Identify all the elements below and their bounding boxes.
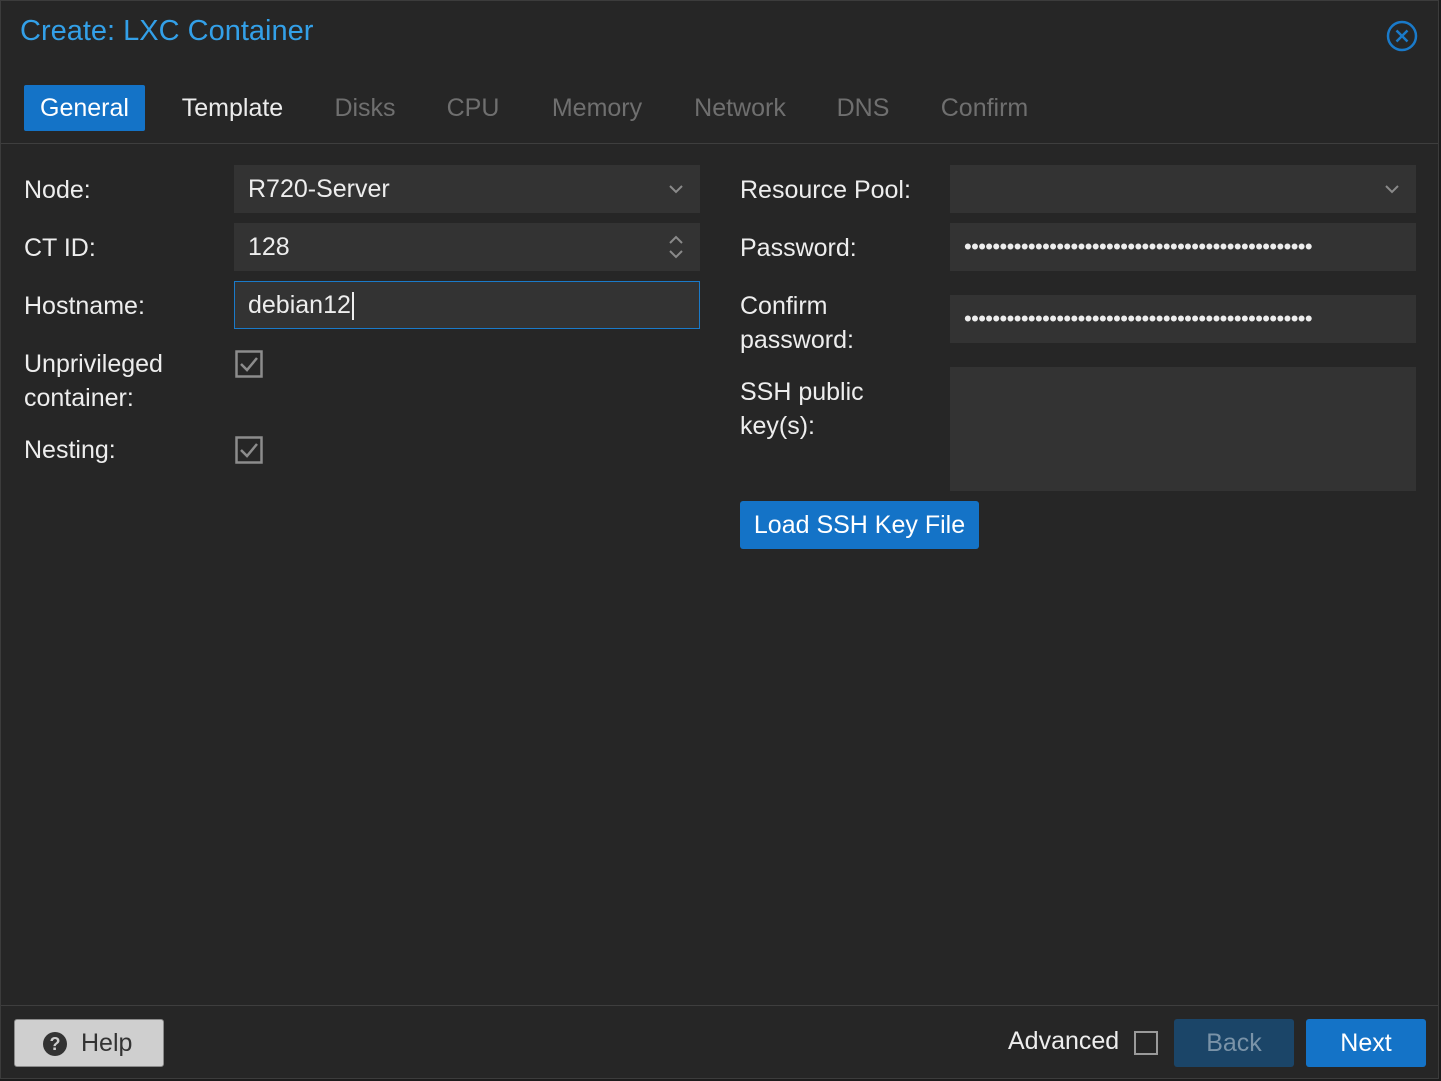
spinner-arrows-icon[interactable] bbox=[666, 231, 686, 263]
close-icon[interactable] bbox=[1386, 20, 1418, 52]
ssh-key-label-line1: SSH public bbox=[740, 378, 864, 406]
next-button[interactable]: Next bbox=[1306, 1019, 1426, 1067]
tab-memory[interactable]: Memory bbox=[537, 85, 657, 131]
ctid-label: CT ID: bbox=[24, 234, 96, 262]
help-button[interactable]: ? Help bbox=[14, 1019, 164, 1067]
svg-text:?: ? bbox=[50, 1034, 61, 1054]
tab-dns[interactable]: DNS bbox=[824, 85, 902, 131]
unprivileged-label-line2: container: bbox=[24, 384, 134, 412]
back-button[interactable]: Back bbox=[1174, 1019, 1294, 1067]
confirm-password-input[interactable]: ••••••••••••••••••••••••••••••••••••••••… bbox=[950, 295, 1416, 343]
tabs-divider bbox=[1, 143, 1438, 144]
hostname-input[interactable]: debian12 bbox=[234, 281, 700, 329]
tab-confirm[interactable]: Confirm bbox=[927, 85, 1042, 131]
nesting-label: Nesting: bbox=[24, 436, 116, 464]
node-select[interactable]: R720-Server bbox=[234, 165, 700, 213]
tab-general[interactable]: General bbox=[24, 85, 145, 131]
unprivileged-label-line1: Unprivileged bbox=[24, 350, 163, 378]
dialog-title: Create: LXC Container bbox=[20, 15, 314, 47]
advanced-label: Advanced bbox=[1008, 1027, 1120, 1055]
tab-cpu[interactable]: CPU bbox=[434, 85, 512, 131]
unprivileged-checkbox[interactable] bbox=[235, 350, 263, 378]
resource-pool-select[interactable] bbox=[950, 165, 1416, 213]
resource-pool-label: Resource Pool: bbox=[740, 176, 911, 204]
chevron-down-icon[interactable] bbox=[1382, 179, 1402, 199]
tab-disks[interactable]: Disks bbox=[320, 85, 410, 131]
password-label: Password: bbox=[740, 234, 857, 262]
node-value: R720-Server bbox=[248, 175, 390, 203]
create-lxc-dialog: Create: LXC Container General Template D… bbox=[0, 0, 1439, 1079]
tab-network[interactable]: Network bbox=[681, 85, 799, 131]
load-ssh-key-button[interactable]: Load SSH Key File bbox=[740, 501, 979, 549]
text-caret bbox=[351, 292, 354, 321]
advanced-checkbox[interactable] bbox=[1134, 1031, 1158, 1055]
password-input[interactable]: ••••••••••••••••••••••••••••••••••••••••… bbox=[950, 223, 1416, 271]
confirm-password-mask: ••••••••••••••••••••••••••••••••••••••••… bbox=[964, 306, 1313, 331]
hostname-value: debian12 bbox=[248, 291, 351, 319]
nesting-checkbox[interactable] bbox=[235, 436, 263, 464]
confirm-password-label-line1: Confirm bbox=[740, 292, 828, 320]
help-label: Help bbox=[81, 1029, 133, 1057]
confirm-password-label-line2: password: bbox=[740, 326, 854, 354]
question-icon: ? bbox=[43, 1032, 67, 1056]
hostname-label: Hostname: bbox=[24, 292, 145, 320]
tab-template[interactable]: Template bbox=[170, 85, 295, 131]
ssh-key-label-line2: key(s): bbox=[740, 412, 815, 440]
password-mask: ••••••••••••••••••••••••••••••••••••••••… bbox=[964, 234, 1313, 259]
ssh-key-textarea[interactable] bbox=[950, 367, 1416, 491]
ctid-value: 128 bbox=[248, 233, 290, 261]
chevron-down-icon[interactable] bbox=[666, 179, 686, 199]
node-label: Node: bbox=[24, 176, 91, 204]
footer-divider bbox=[1, 1005, 1438, 1006]
ctid-spinner[interactable]: 128 bbox=[234, 223, 700, 271]
